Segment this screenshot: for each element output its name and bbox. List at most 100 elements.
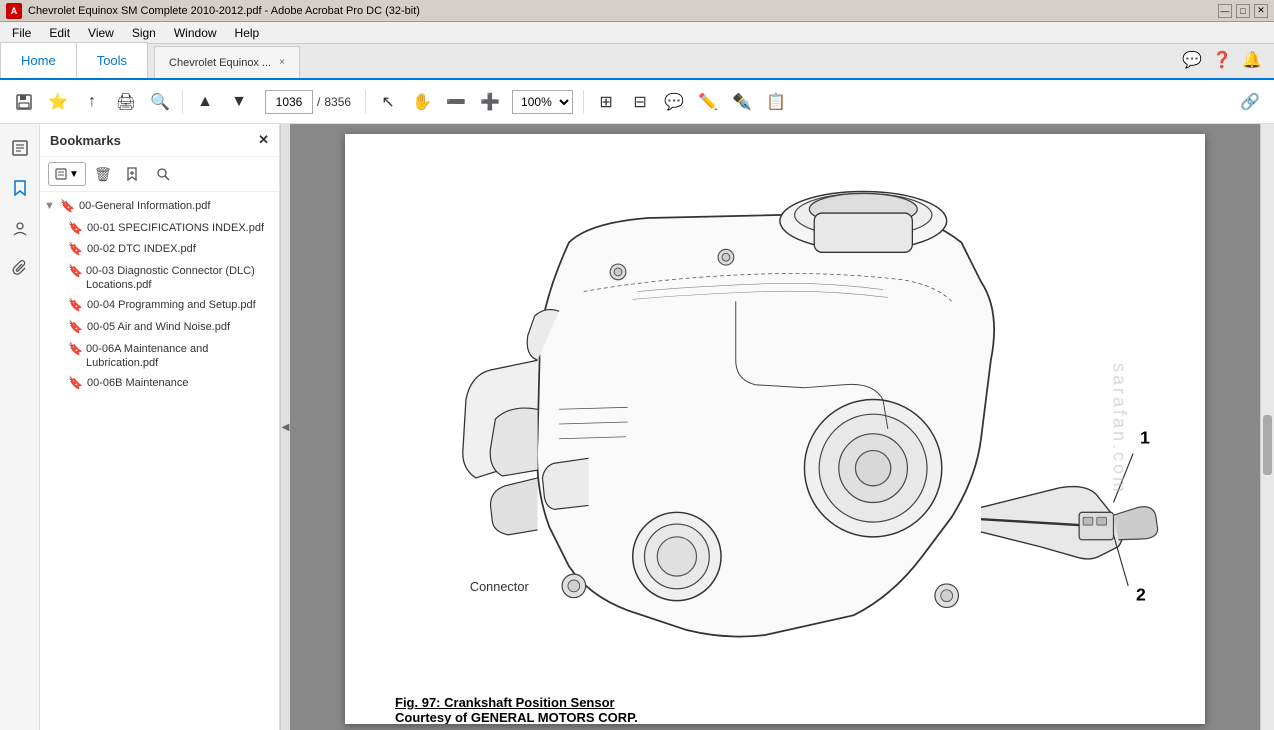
separator-2 (365, 90, 366, 114)
tab-home[interactable]: Home (0, 42, 77, 78)
bookmark-item-text: 00-06A Maintenance and Lubrication.pdf (86, 342, 271, 371)
window-title: Chevrolet Equinox SM Complete 2010-2012.… (28, 5, 420, 17)
tab-bar-right-icons: 💬 ❓ 🔔 (1170, 42, 1274, 78)
bookmark-find-button[interactable] (150, 161, 176, 187)
bookmark-icon: 🔖 (68, 342, 82, 358)
bookmark-title: Bookmarks (50, 133, 121, 148)
bookmark-delete-button[interactable]: 🗑 (90, 161, 116, 187)
main-area: Bookmarks ✕ ▼ 🗑 ▼ 🔖 00-General Informati… (0, 124, 1274, 730)
bookmark-add-button[interactable] (120, 161, 146, 187)
highlight-button[interactable]: ✏️ (692, 86, 724, 118)
side-icon-signatures[interactable] (4, 212, 36, 244)
zoom-control: 50% 75% 100% 125% 150% 200% (512, 90, 573, 114)
side-icon-attachments[interactable] (4, 252, 36, 284)
comment-button[interactable]: 💬 (658, 86, 690, 118)
bookmark-icon: 🔖 (68, 298, 83, 314)
print-button[interactable]: 🖨 (110, 86, 142, 118)
title-bar: A Chevrolet Equinox SM Complete 2010-201… (0, 0, 1274, 22)
zoom-in-button[interactable]: ➕ (474, 86, 506, 118)
fit-width-button[interactable]: ⊟ (624, 86, 656, 118)
fig-courtesy: Courtesy of GENERAL MOTORS CORP. (395, 710, 638, 724)
label-1: 1 (1140, 428, 1150, 448)
share-button[interactable]: ↑ (76, 86, 108, 118)
page-down-button[interactable]: ▼ (223, 86, 255, 118)
bookmark-icon: 🔖 (60, 199, 75, 215)
right-scrollbar[interactable] (1260, 124, 1274, 730)
bookmark-item-2[interactable]: 🔖 00-02 DTC INDEX.pdf (40, 239, 279, 261)
bookmark-view-dropdown[interactable]: ▼ (48, 162, 86, 186)
bookmark-toolbar: ▼ 🗑 (40, 157, 279, 192)
bookmark-item-text: 00-05 Air and Wind Noise.pdf (87, 320, 230, 334)
bookmark-item-1[interactable]: 🔖 00-01 SPECIFICATIONS INDEX.pdf (40, 218, 279, 240)
zoom-out-button[interactable]: ➖ (440, 86, 472, 118)
page-separator: / (317, 95, 320, 109)
bookmark-list: ▼ 🔖 00-General Information.pdf 🔖 00-01 S… (40, 192, 279, 730)
cursor-tool[interactable]: ↖ (372, 86, 404, 118)
notification-icon[interactable]: 🔔 (1242, 50, 1262, 70)
find-button[interactable]: 🔍 (144, 86, 176, 118)
fit-page-button[interactable]: ⊞ (590, 86, 622, 118)
bookmark-item-3[interactable]: 🔖 00-03 Diagnostic Connector (DLC) Locat… (40, 261, 279, 296)
minimize-button[interactable]: — (1218, 4, 1232, 18)
label-2: 2 (1136, 585, 1146, 605)
close-button[interactable]: ✕ (1254, 4, 1268, 18)
bookmark-item-text: 00-02 DTC INDEX.pdf (87, 242, 196, 256)
bookmark-icon: 🔖 (68, 320, 83, 336)
menu-window[interactable]: Window (166, 24, 225, 42)
chat-icon[interactable]: 💬 (1182, 50, 1202, 70)
bookmark-icon: 🔖 (68, 376, 83, 392)
tab-close-button[interactable]: × (279, 57, 285, 68)
bookmark-item-6[interactable]: 🔖 00-06A Maintenance and Lubrication.pdf (40, 339, 279, 374)
hand-tool[interactable]: ✋ (406, 86, 438, 118)
bookmark-item-text: 00-06B Maintenance (87, 376, 189, 390)
side-icon-bookmarks[interactable] (4, 172, 36, 204)
bookmark-item-text: 00-04 Programming and Setup.pdf (87, 298, 256, 312)
stamp-button[interactable]: 📋 (760, 86, 792, 118)
bookmark-item-text: 00-03 Diagnostic Connector (DLC) Locatio… (86, 264, 271, 293)
window-controls: — □ ✕ (1218, 4, 1268, 18)
menu-view[interactable]: View (80, 24, 122, 42)
bookmark-panel: Bookmarks ✕ ▼ 🗑 ▼ 🔖 00-General Informati… (40, 124, 280, 730)
page-total: 8356 (324, 95, 351, 109)
panel-collapse-arrow[interactable]: ◀ (282, 422, 290, 433)
toolbar: ⭐ ↑ 🖨 🔍 ▲ ▼ / 8356 ↖ ✋ ➖ ➕ 50% 75% 100% … (0, 80, 1274, 124)
bookmark-icon: 🔖 (68, 221, 83, 237)
tab-document[interactable]: Chevrolet Equinox ... × (154, 46, 300, 78)
menu-sign[interactable]: Sign (124, 24, 164, 42)
help-icon[interactable]: ❓ (1212, 50, 1232, 70)
connector-label: Connector (470, 579, 530, 594)
pdf-page: 1 2 Connector Fig. 97: Crankshaft Positi… (345, 134, 1205, 724)
bookmark-item-5[interactable]: 🔖 00-05 Air and Wind Noise.pdf (40, 317, 279, 339)
separator-1 (182, 90, 183, 114)
bookmark-item-4[interactable]: 🔖 00-04 Programming and Setup.pdf (40, 295, 279, 317)
bookmark-item-7[interactable]: 🔖 00-06B Maintenance (40, 373, 279, 395)
menu-edit[interactable]: Edit (41, 24, 78, 42)
tab-tools[interactable]: Tools (77, 42, 148, 78)
separator-3 (583, 90, 584, 114)
bookmark-icon: 🔖 (68, 242, 83, 258)
page-input[interactable] (265, 90, 313, 114)
page-navigation: / 8356 (265, 90, 351, 114)
bookmark-item-text: 00-01 SPECIFICATIONS INDEX.pdf (87, 221, 264, 235)
side-icon-pages[interactable] (4, 132, 36, 164)
scroll-thumb[interactable] (1263, 415, 1272, 475)
menu-bar: File Edit View Sign Window Help (0, 22, 1274, 44)
tab-bar: Home Tools Chevrolet Equinox ... × 💬 ❓ 🔔 (0, 44, 1274, 80)
save-button[interactable] (8, 86, 40, 118)
bookmark-icon: 🔖 (68, 264, 82, 280)
side-icons-panel (0, 124, 40, 730)
bookmark-button[interactable]: ⭐ (42, 86, 74, 118)
toolbar-right: 🔗 (1234, 86, 1266, 118)
bookmark-item-0[interactable]: ▼ 🔖 00-General Information.pdf (40, 196, 279, 218)
pdf-content[interactable]: 1 2 Connector Fig. 97: Crankshaft Positi… (290, 124, 1260, 730)
panel-scroll[interactable]: ◀ (280, 124, 290, 730)
page-up-button[interactable]: ▲ (189, 86, 221, 118)
draw-button[interactable]: ✒️ (726, 86, 758, 118)
bookmark-item-text: 00-General Information.pdf (79, 199, 210, 213)
maximize-button[interactable]: □ (1236, 4, 1250, 18)
zoom-select[interactable]: 50% 75% 100% 125% 150% 200% (512, 90, 573, 114)
menu-help[interactable]: Help (227, 24, 268, 42)
link-button[interactable]: 🔗 (1234, 86, 1266, 118)
menu-file[interactable]: File (4, 24, 39, 42)
bookmark-close-button[interactable]: ✕ (258, 132, 269, 148)
